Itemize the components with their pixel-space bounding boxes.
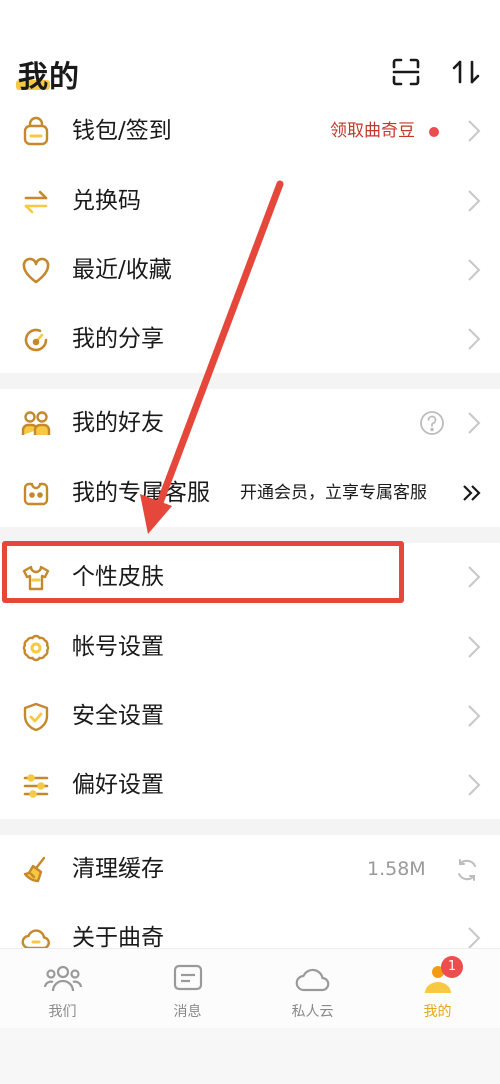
bean-promo-text: 领取曲奇豆: [330, 121, 415, 141]
service-icon: [20, 478, 52, 510]
people-icon: [43, 963, 83, 995]
exchange-icon: [20, 186, 52, 218]
refresh-icon[interactable]: [454, 857, 480, 883]
double-chevron-right-icon: [460, 481, 484, 505]
menu-label: 我的分享: [72, 326, 164, 352]
menu-label: 帐号设置: [72, 634, 164, 660]
menu-label: 钱包/签到: [72, 118, 172, 144]
chevron-right-icon: [466, 563, 482, 591]
menu-item-redeem[interactable]: 兑换码: [0, 167, 500, 235]
menu-item-recent-favorites[interactable]: 最近/收藏: [0, 236, 500, 304]
chevron-right-icon: [466, 771, 482, 799]
menu-item-account-settings[interactable]: 帐号设置: [0, 613, 500, 681]
menu-label: 我的专属客服: [72, 480, 210, 506]
scan-icon[interactable]: [390, 56, 422, 88]
menu-item-clear-cache[interactable]: 清理缓存 1.58M: [0, 835, 500, 903]
chevron-right-icon: [466, 117, 482, 145]
sort-icon[interactable]: [450, 56, 482, 88]
header: 我的: [0, 0, 500, 110]
section-divider: [0, 373, 500, 389]
tab-label: 消息: [173, 1004, 202, 1020]
menu-label: 我的好友: [72, 410, 164, 436]
tab-label: 我的: [423, 1004, 452, 1020]
chevron-right-icon: [466, 702, 482, 730]
vip-promo-text: 开通会员，立享专属客服: [240, 483, 427, 503]
menu-label: 清理缓存: [72, 856, 164, 882]
tab-we[interactable]: 我们: [0, 949, 125, 1029]
wallet-icon: [20, 116, 52, 148]
menu-item-preferences[interactable]: 偏好设置: [0, 751, 500, 819]
cloud-icon: [294, 963, 332, 995]
menu-item-share[interactable]: 我的分享: [0, 305, 500, 373]
menu-label: 安全设置: [72, 703, 164, 729]
share-icon: [20, 324, 52, 356]
tab-messages[interactable]: 消息: [125, 949, 250, 1029]
help-icon[interactable]: [419, 410, 445, 436]
chevron-right-icon: [466, 633, 482, 661]
chevron-right-icon: [466, 256, 482, 284]
chevron-right-icon: [466, 325, 482, 353]
menu-item-customer-service[interactable]: 我的专属客服 开通会员，立享专属客服: [0, 459, 500, 527]
bottom-tab-bar: 我们 消息 私人云 我的: [0, 948, 500, 1029]
menu-label: 最近/收藏: [72, 257, 172, 283]
menu-item-friends[interactable]: 我的好友: [0, 389, 500, 457]
annotation-highlight-box: [2, 541, 404, 603]
section-divider: [0, 819, 500, 835]
tab-label: 我们: [48, 1004, 77, 1020]
message-icon: [169, 963, 207, 995]
friends-icon: [20, 408, 52, 440]
gear-icon: [20, 632, 52, 664]
menu-item-wallet[interactable]: 钱包/签到 领取曲奇豆: [0, 97, 500, 165]
system-nav-area: [0, 1028, 500, 1084]
notification-badge: 1: [441, 956, 463, 978]
chevron-right-icon: [466, 187, 482, 215]
chevron-right-icon: [466, 409, 482, 437]
sliders-icon: [20, 770, 52, 802]
menu-label: 兑换码: [72, 188, 141, 214]
heart-icon: [20, 255, 52, 287]
menu-item-security-settings[interactable]: 安全设置: [0, 682, 500, 750]
tab-label: 私人云: [291, 1004, 334, 1020]
broom-icon: [20, 854, 52, 886]
page-title: 我的: [18, 60, 80, 95]
red-dot-badge: [429, 127, 439, 137]
tab-private-cloud[interactable]: 私人云: [250, 949, 375, 1029]
menu-label: 偏好设置: [72, 772, 164, 798]
cache-size: 1.58M: [367, 858, 426, 880]
shield-icon: [20, 701, 52, 733]
tab-me[interactable]: 我的: [375, 949, 500, 1029]
